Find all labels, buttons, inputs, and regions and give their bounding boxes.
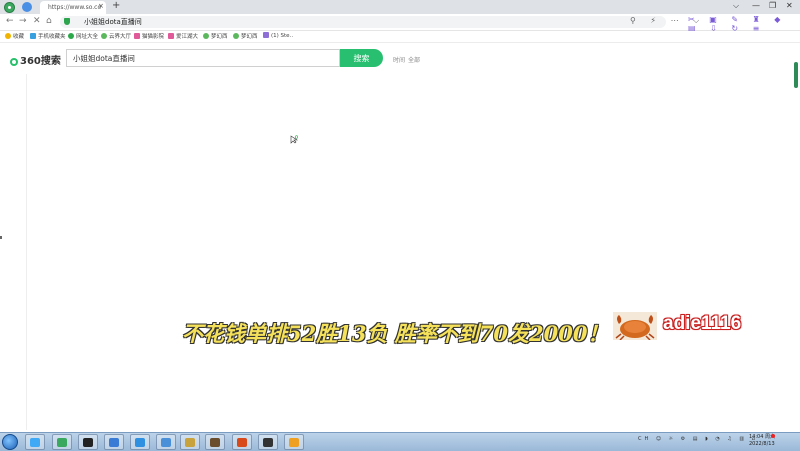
search-input[interactable] [66,49,340,67]
bookmark-item[interactable]: 爱江湖大 [168,32,198,40]
search-logo[interactable]: 360搜索 [10,52,61,67]
chat-icon [289,438,299,447]
logo-text: 360搜索 [20,56,61,67]
close-window-button[interactable]: ✕ [786,1,793,10]
results-area [26,74,800,430]
notification-icon[interactable] [771,434,775,438]
tab-active[interactable]: https://www.so.co × [40,1,106,14]
browser-logo-icon[interactable] [4,2,15,13]
taskbar-app-button[interactable] [258,434,278,450]
loading-cursor-icon [290,135,298,144]
bookmark-item[interactable]: 梦幻西 [233,32,258,40]
search-button[interactable]: 搜索 [340,49,383,67]
minimize-button[interactable]: — [752,1,760,10]
left-margin [0,74,26,430]
game-icon [203,33,209,39]
media-icon [83,438,93,447]
bookmark-item[interactable]: (1) Ste.. [263,32,293,39]
bookmark-label: 梦幻西 [241,34,258,40]
bookmark-label: 网址大全 [76,34,99,40]
taskbar-app-button[interactable] [104,434,124,450]
taskbar-app-button[interactable] [130,434,150,450]
left-edge-marker [0,236,2,239]
ie-icon [30,438,40,447]
back-button[interactable]: ← [6,16,14,26]
game-icon-1 [185,438,195,447]
phone-icon [30,33,36,39]
taskbar-app-button[interactable] [205,434,225,450]
folder-icon [161,438,171,447]
bookmark-label: (1) Ste.. [271,33,294,39]
extension-icon[interactable] [22,2,32,12]
film-icon [134,33,140,39]
mail-icon [109,438,119,447]
reload-button[interactable]: ✕ [33,16,41,26]
bookmark-item[interactable]: 梦幻西 [203,32,228,40]
bookmark-label: 猫猫影院 [142,34,165,40]
bookmark-label: 手机收藏夹 [38,34,66,40]
game-icon [233,33,239,39]
security-shield-icon [64,18,70,25]
bookmark-label: 爱江湖大 [176,34,199,40]
tab-title: https://www.so.co [48,4,102,11]
game-icon-4 [263,438,273,447]
tab-strip: https://www.so.co × + ⌵ — ❐ ✕ [0,0,800,14]
taskbar-app-button[interactable] [156,434,176,450]
logo-ring-icon [10,58,18,66]
bookmark-item[interactable]: 手机收藏夹 [30,32,66,40]
crab-image [613,312,657,340]
address-url[interactable]: 小姐姐dota直播间 [84,17,142,27]
maximize-button[interactable]: ❐ [769,1,776,10]
taskbar-app-button[interactable] [232,434,252,450]
star-icon [5,33,11,39]
scrollbar[interactable] [794,62,798,88]
filter-time[interactable]: 时间 [393,55,405,64]
tab-close-icon[interactable]: × [98,2,104,10]
game-icon-2 [210,438,220,447]
taskbar-app-button[interactable] [25,434,45,450]
cloud-icon [101,33,107,39]
start-button[interactable] [2,434,18,450]
cloud-icon [135,438,145,447]
bookmark-label: 收藏 [13,34,25,40]
taskbar-app-button[interactable] [78,434,98,450]
bookmark-item[interactable]: 收藏 [5,32,24,40]
new-tab-button[interactable]: + [112,0,120,11]
taskbar-app-button[interactable] [284,434,304,450]
bookmark-label: 梦幻西 [211,34,228,40]
tab-list-icon[interactable]: ⌵ [733,1,739,11]
taskbar-app-button[interactable] [180,434,200,450]
bookmark-label: 云界大厅 [109,34,132,40]
bookmarks-bar: 收藏 手机收藏夹 网址大全 云界大厅 猫猫影院 爱江湖大 梦幻西 梦幻西 (1)… [0,31,800,43]
game-icon-3 [237,438,247,447]
address-bar[interactable]: 小姐姐dota直播间 [60,16,666,28]
clock-date: 2022/8/13 [749,441,775,447]
streamer-id: adie1116 [663,313,742,334]
taskbar-app-button[interactable] [52,434,72,450]
globe-icon [68,33,74,39]
stream-caption: 不花钱单排52胜13负 胜率不到70发2000！ [182,321,609,346]
browser-icon [57,438,67,447]
home-button[interactable]: ⌂ [46,16,52,26]
game-icon [168,33,174,39]
forward-button[interactable]: → [19,16,27,26]
steam-icon [263,32,269,38]
bookmark-item[interactable]: 网址大全 [68,32,98,40]
bookmark-item[interactable]: 猫猫影院 [134,32,164,40]
bookmark-item[interactable]: 云界大厅 [101,32,131,40]
filter-all[interactable]: 全部 [408,55,420,64]
system-tray[interactable]: CH ☺ ☼ ⚙ ▤ ◗ ◔ ♫ ▥ ⌂ [638,436,758,442]
